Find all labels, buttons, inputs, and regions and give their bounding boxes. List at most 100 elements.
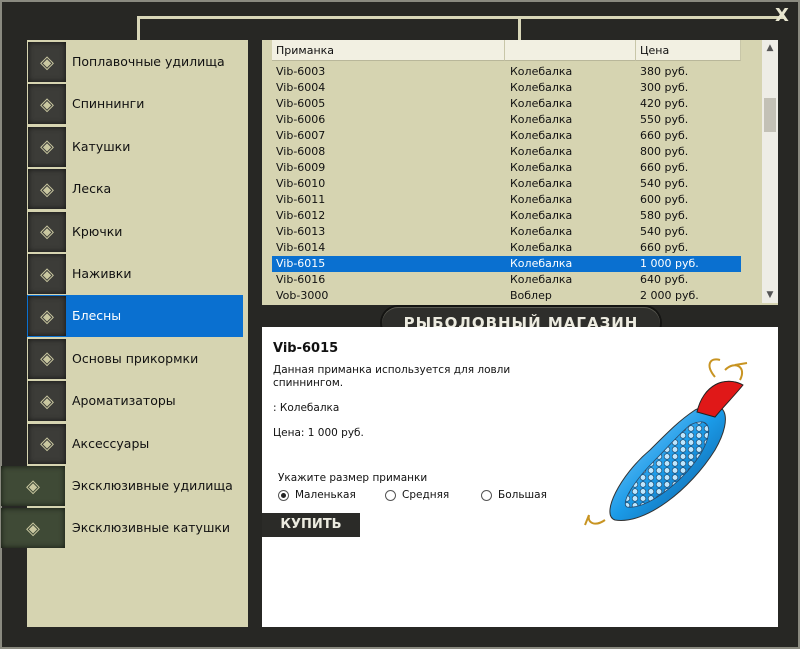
table-row[interactable]: Vib-6015 Колебалка 1 000 руб. <box>272 256 741 272</box>
category-item-9[interactable]: ◈ Аксессуары <box>27 423 243 465</box>
lure-name-cell: Vib-6012 <box>276 209 326 222</box>
table-row[interactable]: Vib-6012 Колебалка 580 руб. <box>272 208 741 224</box>
lure-type-cell: Колебалка <box>510 193 573 206</box>
lure-type-cell: Колебалка <box>510 273 573 286</box>
radio-dot[interactable] <box>481 489 492 501</box>
table-row[interactable]: Vob-3000 Воблер 2 000 руб. <box>272 288 741 304</box>
lure-name-cell: Vib-6011 <box>276 193 326 206</box>
category-item-5[interactable]: ◈ Наживки <box>27 253 243 295</box>
table-row[interactable]: Vib-6007 Колебалка 660 руб. <box>272 128 741 144</box>
scroll-up-icon[interactable]: ▲ <box>762 40 778 56</box>
line-spool-icon: ◈ <box>28 169 66 210</box>
lure-price-cell: 800 руб. <box>640 145 689 158</box>
size-radio-label: Большая <box>498 489 547 501</box>
size-radio-label: Средняя <box>402 489 450 501</box>
category-label: Крючки <box>72 223 123 239</box>
table-row[interactable]: Vib-6009 Колебалка 660 руб. <box>272 160 741 176</box>
category-sidebar: ◈ Поплавочные удилища ◈ Спиннинги ◈ Катушки ◈ Л… <box>1 40 248 627</box>
category-item-6[interactable]: ◈ Блесны <box>27 295 243 338</box>
lure-price-cell: 2 000 руб. <box>640 289 699 302</box>
exclusive-rod-icon: ◈ <box>1 466 65 506</box>
column-header-lure[interactable]: Приманка <box>272 40 505 61</box>
scroll-down-icon[interactable]: ▼ <box>762 287 778 303</box>
lure-name-cell: Vib-6007 <box>276 129 326 142</box>
lure-price-cell: 380 руб. <box>640 65 689 78</box>
lure-name-cell: Vib-6016 <box>276 273 326 286</box>
lure-price-cell: 1 000 руб. <box>640 257 699 270</box>
lure-price-cell: 420 руб. <box>640 97 689 110</box>
lure-type-cell: Колебалка <box>510 81 573 94</box>
lure-type-cell: Колебалка <box>510 65 573 78</box>
table-row[interactable]: Vib-6010 Колебалка 540 руб. <box>272 176 741 192</box>
lure-price-cell: 300 руб. <box>640 81 689 94</box>
lure-type-cell: Колебалка <box>510 257 573 270</box>
lure-type-cell: Колебалка <box>510 113 573 126</box>
lure-type-cell: Колебалка <box>510 241 573 254</box>
lure-type-cell: Колебалка <box>510 177 573 190</box>
lure-name-cell: Vob-3000 <box>276 289 329 302</box>
category-label: Эксклюзивные удилища <box>72 478 233 493</box>
category-item-11[interactable]: ◈ Эксклюзивные катушки <box>1 507 243 549</box>
lure-type-cell: Колебалка <box>510 145 573 158</box>
spoon-lure-icon: ◈ <box>28 296 66 337</box>
category-label: Блесны <box>72 308 122 324</box>
category-item-1[interactable]: ◈ Спиннинги <box>27 83 243 125</box>
category-item-2[interactable]: ◈ Катушки <box>27 126 243 168</box>
close-button[interactable]: X <box>774 7 790 25</box>
size-radio-small[interactable]: Маленькая <box>278 489 356 501</box>
lure-name-cell: Vib-6006 <box>276 113 326 126</box>
size-radio-medium[interactable]: Средняя <box>385 489 449 501</box>
buy-button[interactable]: КУПИТЬ <box>262 513 360 537</box>
size-radio-large[interactable]: Большая <box>481 489 547 501</box>
category-label: Наживки <box>72 266 132 281</box>
lure-name-cell: Vib-6013 <box>276 225 326 238</box>
lure-price-cell: 640 руб. <box>640 273 689 286</box>
spoon-lure-image <box>584 358 748 526</box>
table-row[interactable]: Vib-6005 Колебалка 420 руб. <box>272 96 741 112</box>
table-row[interactable]: Vib-6004 Колебалка 300 руб. <box>272 80 741 96</box>
flavor-bottle-icon: ◈ <box>28 381 66 422</box>
hook-icon: ◈ <box>28 211 66 252</box>
reel-icon: ◈ <box>28 126 66 167</box>
table-row[interactable]: Vib-6008 Колебалка 800 руб. <box>272 144 741 160</box>
category-label: Катушки <box>72 138 131 154</box>
lure-price-cell: 600 руб. <box>640 193 689 206</box>
lure-name-cell: Vib-6005 <box>276 97 326 110</box>
category-label: Ароматизаторы <box>72 393 176 409</box>
product-name: Vib-6015 <box>273 341 339 356</box>
category-label: Леска <box>72 181 112 197</box>
category-item-10[interactable]: ◈ Эксклюзивные удилища <box>1 465 243 507</box>
radio-dot[interactable] <box>385 489 396 501</box>
size-radio-label: Маленькая <box>295 489 356 501</box>
table-row[interactable]: Vib-6011 Колебалка 600 руб. <box>272 192 741 208</box>
lure-name-cell: Vib-6008 <box>276 145 326 158</box>
category-item-0[interactable]: ◈ Поплавочные удилища <box>27 41 243 83</box>
rod-icon: ◈ <box>28 42 66 82</box>
accessories-icon: ◈ <box>28 423 66 464</box>
table-row[interactable]: Vib-6014 Колебалка 660 руб. <box>272 240 741 256</box>
decor-line <box>137 16 785 19</box>
groundbait-icon: ◈ <box>28 338 66 379</box>
category-item-4[interactable]: ◈ Крючки <box>27 211 243 253</box>
lure-price-cell: 660 руб. <box>640 161 689 174</box>
decor-line <box>518 16 521 40</box>
radio-dot[interactable] <box>278 489 289 501</box>
category-item-8[interactable]: ◈ Ароматизаторы <box>27 380 243 422</box>
bait-icon: ◈ <box>28 254 66 294</box>
category-label: Эксклюзивные катушки <box>72 520 231 536</box>
table-row[interactable]: Vib-6003 Колебалка 380 руб. <box>272 64 741 80</box>
scroll-thumb[interactable] <box>764 98 776 132</box>
table-row[interactable]: Vib-6013 Колебалка 540 руб. <box>272 224 741 240</box>
column-header-price[interactable]: Цена <box>636 40 741 61</box>
column-header-type[interactable] <box>505 40 636 61</box>
table-row[interactable]: Vib-6016 Колебалка 640 руб. <box>272 272 741 288</box>
category-item-3[interactable]: ◈ Леска <box>27 168 243 210</box>
table-scrollbar[interactable]: ▲ ▼ <box>762 40 778 303</box>
lure-name-cell: Vib-6009 <box>276 161 326 174</box>
exclusive-reel-icon: ◈ <box>1 508 65 549</box>
product-type: : Колебалка <box>273 402 340 414</box>
category-item-7[interactable]: ◈ Основы прикормки <box>27 338 243 380</box>
lure-price-cell: 550 руб. <box>640 113 689 126</box>
lure-type-cell: Колебалка <box>510 129 573 142</box>
table-row[interactable]: Vib-6006 Колебалка 550 руб. <box>272 112 741 128</box>
